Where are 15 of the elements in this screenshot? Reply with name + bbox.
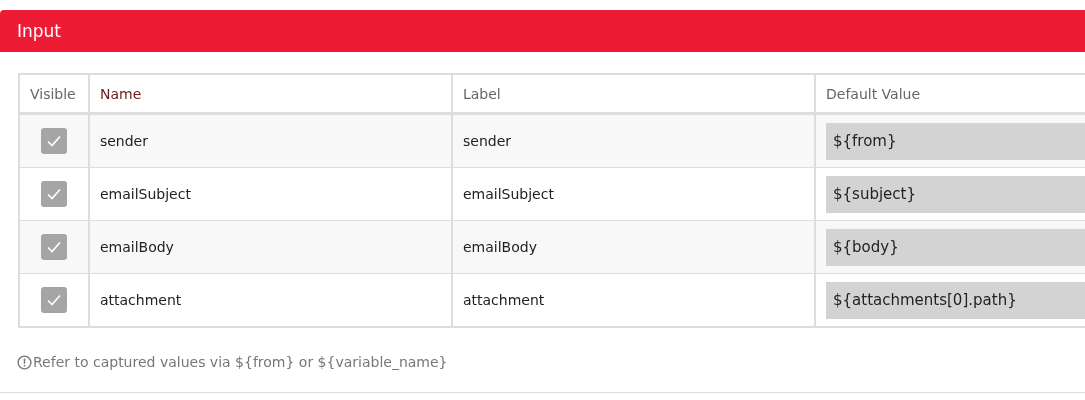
- default-value-field[interactable]: ${subject}: [826, 175, 1085, 213]
- check-icon: [45, 186, 62, 202]
- visible-checkbox[interactable]: [40, 128, 67, 154]
- default-value-field[interactable]: ${body}: [826, 228, 1085, 266]
- default-value-field[interactable]: ${from}: [826, 122, 1085, 160]
- visible-checkbox[interactable]: [40, 181, 67, 207]
- info-icon: [17, 354, 32, 370]
- default-value-field[interactable]: ${attachments[0].path}: [826, 281, 1085, 319]
- panel-title: Input: [17, 21, 62, 41]
- hint-text: Refer to captured values via ${from} or ${variable_name}: [33, 354, 448, 370]
- visible-checkbox[interactable]: [40, 287, 67, 313]
- visible-checkbox[interactable]: [40, 234, 67, 260]
- check-icon: [45, 239, 62, 255]
- check-icon: [45, 292, 62, 308]
- check-icon: [45, 133, 62, 149]
